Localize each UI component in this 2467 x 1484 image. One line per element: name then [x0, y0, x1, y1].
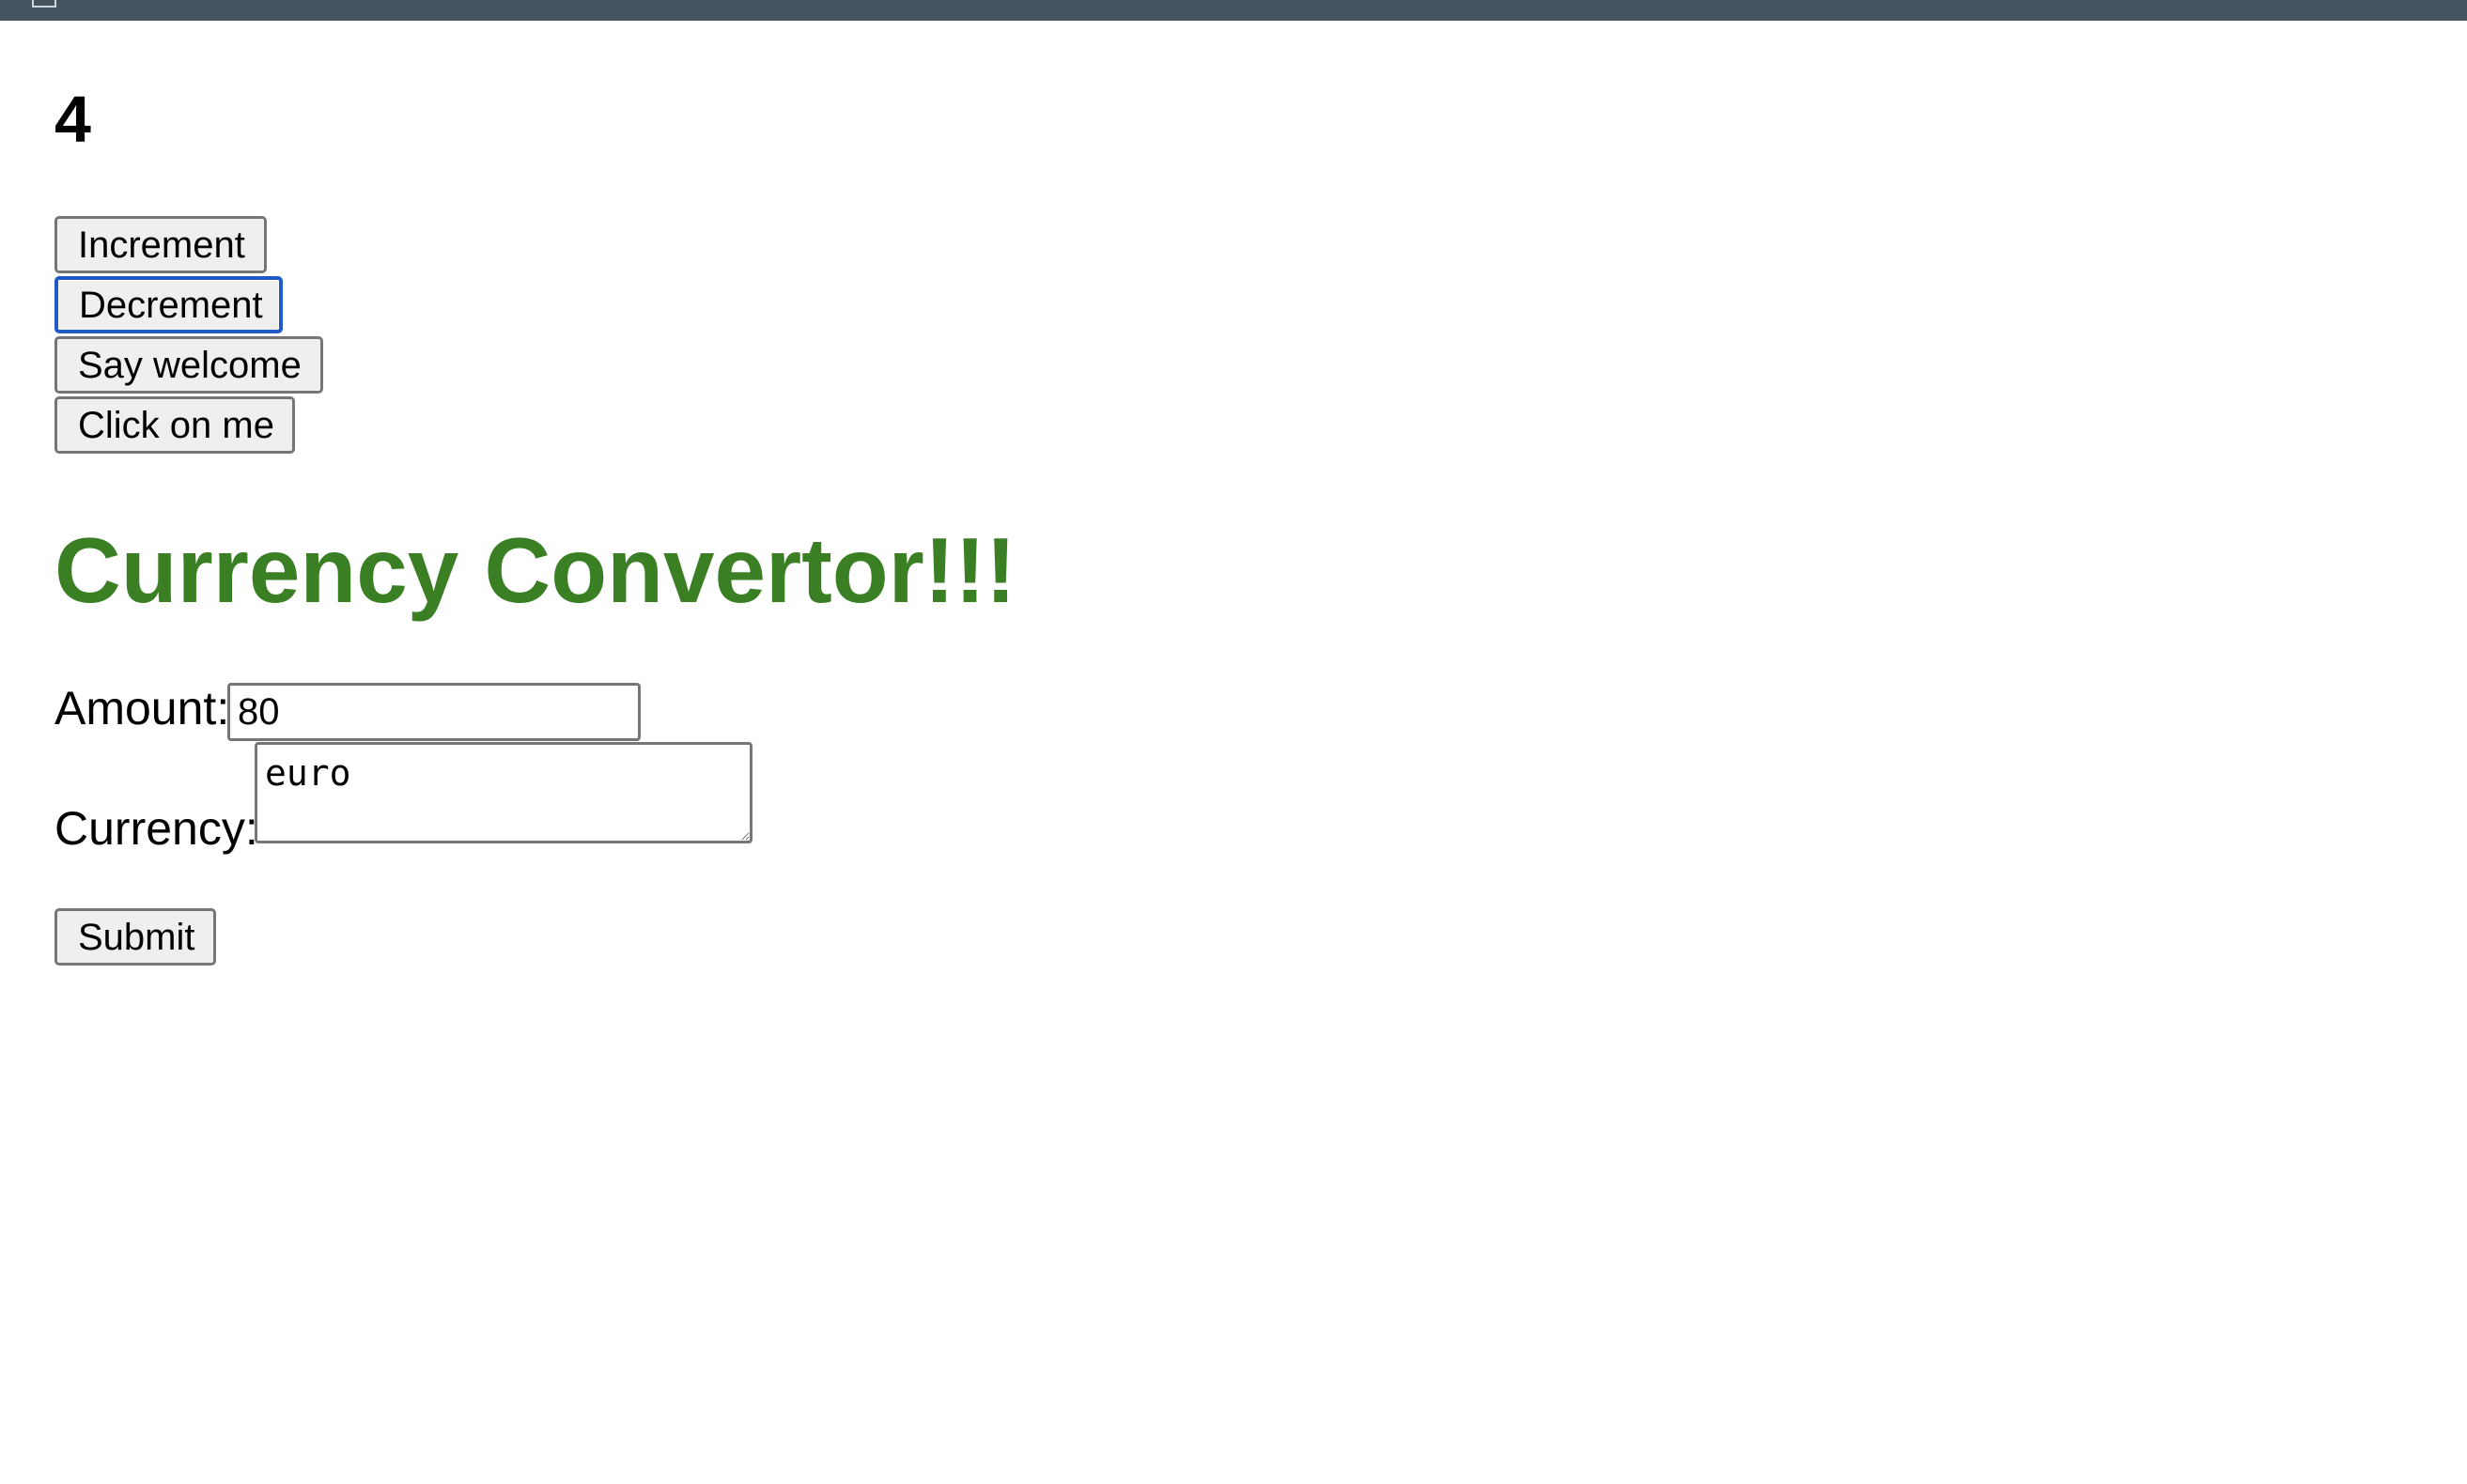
counter-value: 4	[54, 83, 91, 156]
decrement-button[interactable]: Decrement	[54, 276, 283, 333]
currency-label: Currency:	[54, 802, 258, 855]
sidebar-icon[interactable]	[32, 0, 56, 8]
say-welcome-button[interactable]: Say welcome	[54, 336, 323, 394]
click-on-me-button[interactable]: Click on me	[54, 396, 295, 454]
increment-button[interactable]: Increment	[54, 216, 267, 273]
amount-input[interactable]	[227, 683, 641, 741]
currency-textarea[interactable]: euro	[255, 742, 753, 843]
page-title: Currency Convertor!!!	[54, 518, 1016, 622]
amount-label: Amount:	[54, 682, 230, 734]
browser-top-bar	[0, 0, 2467, 21]
submit-button[interactable]: Submit	[54, 908, 216, 966]
